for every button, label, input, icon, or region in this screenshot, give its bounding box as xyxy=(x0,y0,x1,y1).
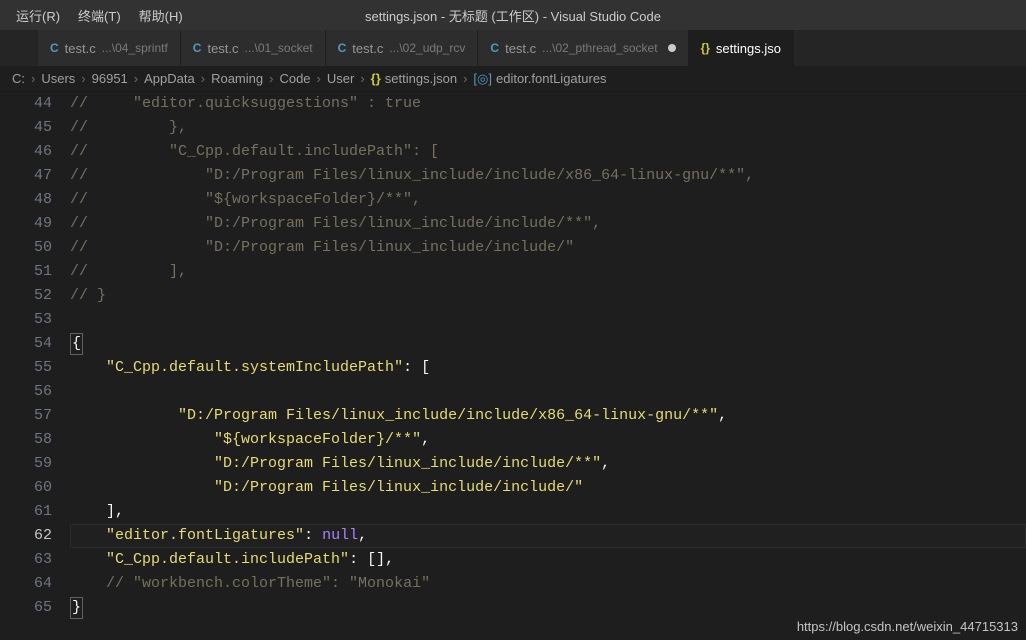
watermark: https://blog.csdn.net/weixin_44715313 xyxy=(797,619,1018,634)
title-bar: 运行(R) 终端(T) 帮助(H) settings.json - 无标题 (工… xyxy=(0,0,1026,30)
tab-label: settings.jso xyxy=(716,41,781,56)
line-number: 62 xyxy=(0,524,52,548)
line-number: 63 xyxy=(0,548,52,572)
json-file-icon: {} xyxy=(701,41,710,55)
line-number: 65 xyxy=(0,596,52,620)
code-line[interactable]: "D:/Program Files/linux_include/include/… xyxy=(70,404,1026,428)
tab-0[interactable]: Ctest.c ...\04_sprintf xyxy=(38,30,181,66)
code-line[interactable]: // } xyxy=(70,284,1026,308)
breadcrumb-segment[interactable]: 96951 xyxy=(92,71,128,86)
line-number: 59 xyxy=(0,452,52,476)
chevron-right-icon: › xyxy=(132,71,140,86)
chevron-right-icon: › xyxy=(29,71,37,86)
code-line[interactable]: // "workbench.colorTheme": "Monokai" xyxy=(70,572,1026,596)
line-number: 47 xyxy=(0,164,52,188)
code-editor[interactable]: 4445464748495051525354555657585960616263… xyxy=(0,92,1026,640)
tab-2[interactable]: Ctest.c ...\02_udp_rcv xyxy=(326,30,479,66)
tab-4[interactable]: {} settings.jso xyxy=(689,30,794,66)
c-file-icon: C xyxy=(338,41,347,55)
symbol-icon: [◎] xyxy=(473,71,492,87)
menu-bar: 运行(R) 终端(T) 帮助(H) xyxy=(8,2,191,29)
line-number: 58 xyxy=(0,428,52,452)
code-line[interactable]: "C_Cpp.default.includePath": [], xyxy=(70,548,1026,572)
breadcrumb-segment[interactable]: User xyxy=(327,71,354,86)
tab-label: test.c xyxy=(207,41,238,56)
line-number: 51 xyxy=(0,260,52,284)
c-file-icon: C xyxy=(490,41,499,55)
code-line[interactable]: { xyxy=(70,332,1026,356)
chevron-right-icon: › xyxy=(315,71,323,86)
tab-3[interactable]: Ctest.c ...\02_pthread_socket xyxy=(478,30,688,66)
chevron-right-icon: › xyxy=(199,71,207,86)
line-number: 50 xyxy=(0,236,52,260)
code-line[interactable]: "D:/Program Files/linux_include/include/… xyxy=(70,476,1026,500)
line-number: 52 xyxy=(0,284,52,308)
breadcrumb-symbol[interactable]: [◎] editor.fontLigatures xyxy=(473,71,606,87)
line-numbers: 4445464748495051525354555657585960616263… xyxy=(0,92,70,640)
code-line[interactable] xyxy=(70,380,1026,404)
line-number: 53 xyxy=(0,308,52,332)
menu-terminal[interactable]: 终端(T) xyxy=(70,2,129,29)
line-number: 49 xyxy=(0,212,52,236)
code-line[interactable]: // "${workspaceFolder}/**", xyxy=(70,188,1026,212)
menu-help[interactable]: 帮助(H) xyxy=(131,2,191,29)
code-content[interactable]: // "editor.quicksuggestions" : true// },… xyxy=(70,92,1026,640)
breadcrumb-segment[interactable]: Users xyxy=(41,71,75,86)
line-number: 57 xyxy=(0,404,52,428)
line-number: 56 xyxy=(0,380,52,404)
code-line[interactable]: "${workspaceFolder}/**", xyxy=(70,428,1026,452)
code-line[interactable]: // "C_Cpp.default.includePath": [ xyxy=(70,140,1026,164)
code-line[interactable]: } xyxy=(70,596,1026,620)
code-line[interactable]: // "D:/Program Files/linux_include/inclu… xyxy=(70,236,1026,260)
line-number: 60 xyxy=(0,476,52,500)
tab-1[interactable]: Ctest.c ...\01_socket xyxy=(181,30,326,66)
tab-path: ...\02_pthread_socket xyxy=(542,41,657,55)
line-number: 55 xyxy=(0,356,52,380)
menu-run[interactable]: 运行(R) xyxy=(8,2,68,29)
tab-path: ...\02_udp_rcv xyxy=(389,41,465,55)
tab-label: test.c xyxy=(352,41,383,56)
tab-label: test.c xyxy=(505,41,536,56)
line-number: 54 xyxy=(0,332,52,356)
window-title: settings.json - 无标题 (工作区) - Visual Studi… xyxy=(365,6,661,25)
breadcrumb-segment[interactable]: Code xyxy=(279,71,310,86)
code-line[interactable]: ], xyxy=(70,500,1026,524)
chevron-right-icon: › xyxy=(79,71,87,86)
code-line[interactable]: // "D:/Program Files/linux_include/inclu… xyxy=(70,164,1026,188)
code-line[interactable]: // }, xyxy=(70,116,1026,140)
modified-indicator-icon xyxy=(668,44,676,52)
line-number: 48 xyxy=(0,188,52,212)
breadcrumb-segment[interactable]: Roaming xyxy=(211,71,263,86)
code-line[interactable]: "D:/Program Files/linux_include/include/… xyxy=(70,452,1026,476)
code-line[interactable]: "C_Cpp.default.systemIncludePath": [ xyxy=(70,356,1026,380)
line-number: 45 xyxy=(0,116,52,140)
breadcrumb-segment[interactable]: AppData xyxy=(144,71,195,86)
breadcrumb-file[interactable]: {} settings.json xyxy=(371,71,457,86)
chevron-right-icon: › xyxy=(358,71,366,86)
tab-label: test.c xyxy=(65,41,96,56)
code-line[interactable]: // "editor.quicksuggestions" : true xyxy=(70,92,1026,116)
breadcrumbs[interactable]: C: › Users › 96951 › AppData › Roaming › Code › User… xyxy=(0,66,1026,92)
chevron-right-icon: › xyxy=(461,71,469,86)
json-file-icon: {} xyxy=(371,71,381,86)
code-line[interactable]: // ], xyxy=(70,260,1026,284)
line-number: 46 xyxy=(0,140,52,164)
code-line[interactable]: // "D:/Program Files/linux_include/inclu… xyxy=(70,212,1026,236)
tabs-spacer xyxy=(0,30,38,66)
breadcrumb-segment[interactable]: C: xyxy=(12,71,25,86)
tab-path: ...\04_sprintf xyxy=(102,41,168,55)
line-number: 61 xyxy=(0,500,52,524)
code-line[interactable]: "editor.fontLigatures": null, xyxy=(70,524,1026,548)
chevron-right-icon: › xyxy=(267,71,275,86)
editor-tabs: Ctest.c ...\04_sprintfCtest.c ...\01_soc… xyxy=(0,30,1026,66)
c-file-icon: C xyxy=(193,41,202,55)
line-number: 44 xyxy=(0,92,52,116)
code-line[interactable] xyxy=(70,308,1026,332)
tab-path: ...\01_socket xyxy=(245,41,313,55)
line-number: 64 xyxy=(0,572,52,596)
c-file-icon: C xyxy=(50,41,59,55)
